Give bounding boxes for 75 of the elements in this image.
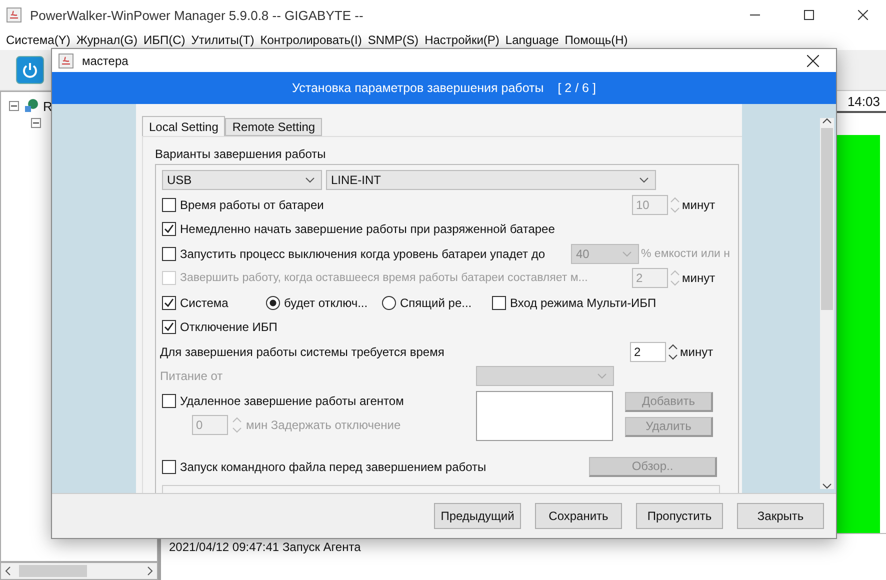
option-label: Запуск командного файла перед завершением работы	[180, 460, 486, 474]
chevron-down-icon	[639, 177, 649, 184]
close-icon	[807, 54, 819, 66]
text-field[interactable]	[162, 485, 720, 493]
option-label: мин Задержать отключение	[246, 418, 401, 432]
checkbox[interactable]	[162, 296, 176, 310]
option-label: Вход режима Мульти-ИБП	[510, 296, 656, 310]
menu-item[interactable]: Настройки(P)	[424, 33, 500, 47]
scroll-left-icon[interactable]	[5, 566, 11, 576]
agent-list[interactable]	[476, 390, 613, 440]
option-label: Время работы от батареи	[180, 198, 324, 212]
option-label: Для завершения работы системы требуется время	[160, 344, 444, 359]
collapse-icon[interactable]	[31, 118, 41, 128]
unit-label: минут	[682, 198, 716, 212]
log-entry: 2021/04/12 09:47:41 Запуск Агента	[169, 540, 361, 554]
option-label: Удаленное завершение работы агентом	[180, 394, 404, 408]
collapse-icon[interactable]	[9, 101, 19, 111]
option-label: Завершить работу, когда оставшееся время работы батареи составляет м...	[180, 272, 588, 284]
power-icon	[21, 61, 39, 79]
option-label: Отключение ИБП	[180, 320, 278, 334]
checkbox[interactable]	[162, 460, 176, 474]
ups-type-dropdown[interactable]: LINE-INT	[326, 170, 656, 190]
radio-label: будет отключ...	[284, 296, 369, 310]
checkbox[interactable]	[162, 394, 176, 408]
menu-item[interactable]: Система(Y)	[6, 33, 70, 47]
chevron-down-icon	[597, 373, 607, 380]
port-dropdown[interactable]: USB	[162, 170, 322, 190]
app-icon	[58, 52, 74, 68]
group-label: Варианты завершения работы	[155, 147, 327, 161]
power-button[interactable]	[16, 56, 44, 84]
footer-button[interactable]: Сохранить	[535, 503, 622, 529]
maximize-icon	[804, 10, 814, 20]
close-icon	[858, 10, 868, 20]
chevron-down-icon	[305, 177, 315, 184]
scroll-right-icon[interactable]	[147, 566, 153, 576]
network-icon	[23, 98, 39, 114]
spinner-arrows-icon[interactable]	[668, 342, 678, 362]
menu-item[interactable]: Language	[505, 33, 559, 47]
menu-item[interactable]: Контролировать(I)	[260, 33, 362, 47]
option-label: Система	[180, 296, 230, 310]
scrollbar-thumb[interactable]	[19, 565, 87, 577]
header-title: Установка параметров завершения работы	[292, 81, 544, 95]
step-counter: [ 2 / 6 ]	[558, 81, 596, 95]
scrollbar-thumb[interactable]	[821, 128, 833, 310]
option-label: Запустить процесс выключения когда уровень батареи упадет до	[180, 246, 545, 261]
radio-label: Спящий ре...	[400, 296, 473, 310]
footer-button[interactable]: Пропустить	[636, 503, 723, 529]
scroll-down-icon[interactable]	[822, 483, 832, 489]
checkbox[interactable]	[162, 320, 176, 334]
menu-item[interactable]: Помощь(H)	[564, 33, 628, 47]
menu-item[interactable]: Журнал(G)	[76, 33, 138, 47]
unit-label: минут	[682, 271, 716, 286]
number-field[interactable]: 2	[630, 342, 666, 362]
tab[interactable]: Remote Setting	[225, 118, 322, 136]
unit-label: % емкости или н	[641, 248, 730, 260]
menu-item[interactable]: Утилиты(T)	[191, 33, 254, 47]
tab[interactable]: Local Setting	[142, 116, 226, 136]
tree-item[interactable]: R	[43, 98, 52, 114]
dialog-title: мастера	[82, 54, 130, 68]
checkbox[interactable]	[492, 296, 506, 310]
app-icon	[6, 7, 22, 23]
checkbox[interactable]	[162, 222, 176, 236]
radio-button[interactable]	[382, 296, 396, 310]
menu-item[interactable]: ИБП(C)	[143, 33, 186, 47]
window-title: PowerWalker-WinPower Manager 5.9.0.8 -- GIGABYTE --	[30, 8, 364, 22]
menu-item[interactable]: SNMP(S)	[368, 33, 419, 47]
footer-button[interactable]: Предыдущий	[434, 503, 521, 529]
radio-button[interactable]	[266, 296, 280, 310]
chevron-down-icon	[622, 250, 632, 257]
scroll-up-icon[interactable]	[822, 118, 832, 124]
option-label: Немедленно начать завершение работы при разряженной батарее	[180, 222, 555, 236]
footer-button[interactable]: Закрыть	[737, 503, 824, 529]
unit-label: минут	[680, 344, 714, 359]
time-label: 14:03	[847, 94, 880, 108]
option-label: Питание от	[160, 369, 224, 384]
